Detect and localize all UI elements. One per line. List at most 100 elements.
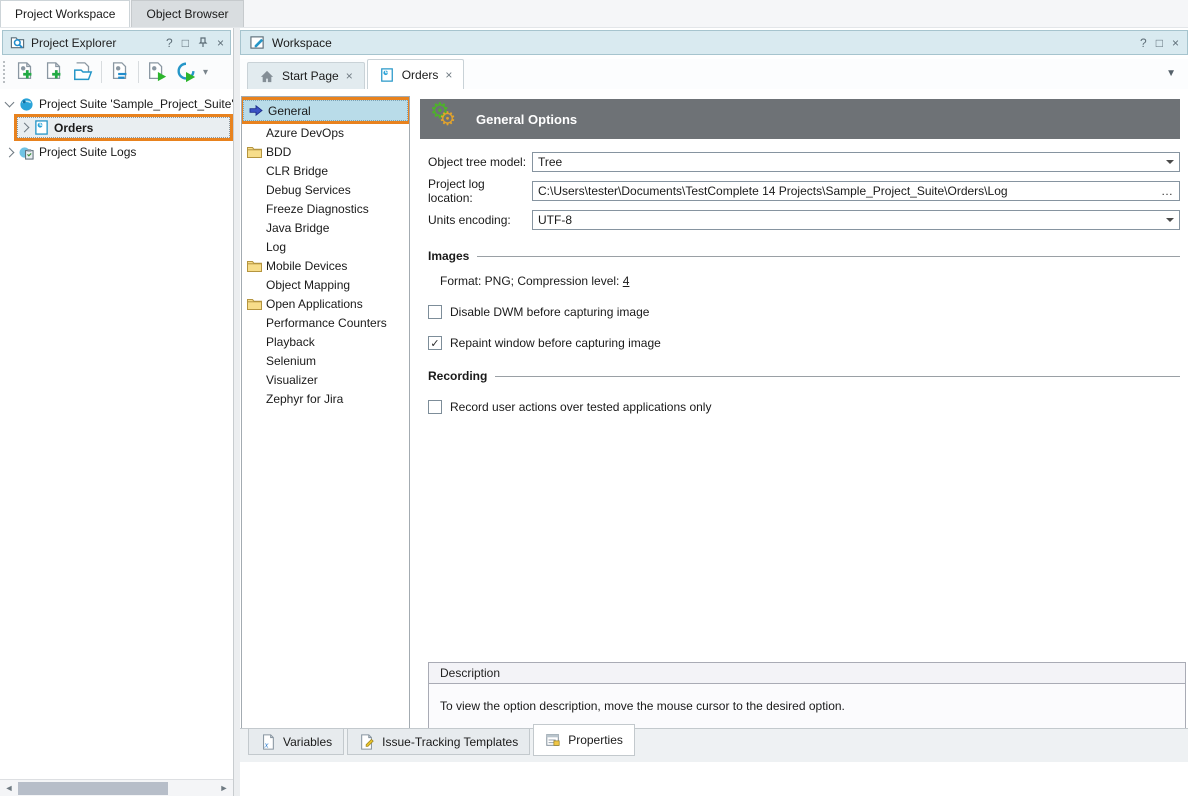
- disable-dwm-checkbox[interactable]: [428, 305, 442, 319]
- option-item-freeze-diagnostics[interactable]: Freeze Diagnostics: [242, 199, 409, 218]
- section-title: General Options: [476, 112, 577, 127]
- description-title: Description: [440, 666, 500, 680]
- tab-project-workspace[interactable]: Project Workspace: [0, 0, 130, 27]
- close-tab-icon[interactable]: ×: [346, 69, 353, 83]
- maximize-button[interactable]: □: [1156, 36, 1163, 50]
- recording-group: Recording: [428, 369, 1180, 383]
- tree-item-label: Project Suite 'Sample_Project_Suite' (1 …: [39, 97, 233, 111]
- option-item-log[interactable]: Log: [242, 237, 409, 256]
- option-label: Freeze Diagnostics: [266, 202, 369, 216]
- option-item-debug-services[interactable]: Debug Services: [242, 180, 409, 199]
- toolbar-more-dropdown[interactable]: ▾: [203, 67, 208, 78]
- testcomplete-window: Project Workspace Object Browser Project…: [0, 0, 1188, 796]
- option-item-azure-devops[interactable]: Azure DevOps: [242, 123, 409, 142]
- input-value: C:\Users\tester\Documents\TestComplete 1…: [538, 184, 1157, 198]
- option-label: Object Mapping: [266, 278, 350, 292]
- organize-tests-button[interactable]: [106, 58, 134, 86]
- select-value: UTF-8: [538, 213, 1162, 227]
- run-project-suite-button[interactable]: [172, 58, 200, 86]
- run-project-button[interactable]: [143, 58, 171, 86]
- tab-start-page[interactable]: Start Page ×: [247, 62, 365, 89]
- option-label: Azure DevOps: [266, 126, 344, 140]
- object-tree-model-select[interactable]: Tree: [532, 152, 1180, 172]
- project-explorer-toolbar: ▾: [0, 55, 233, 89]
- option-item-zephyr-for-jira[interactable]: Zephyr for Jira: [242, 389, 409, 408]
- checkbox-label[interactable]: Record user actions over tested applicat…: [450, 400, 711, 414]
- close-tab-icon[interactable]: ×: [445, 68, 452, 82]
- tree-item-orders[interactable]: Orders: [17, 117, 230, 138]
- chevron-down-icon: [1166, 218, 1174, 222]
- option-label: Log: [266, 240, 286, 254]
- project-log-location-input[interactable]: C:\Users\tester\Documents\TestComplete 1…: [532, 181, 1180, 201]
- option-item-performance-counters[interactable]: Performance Counters: [242, 313, 409, 332]
- project-explorer-icon: [9, 35, 25, 51]
- project-suite-logs-icon: [18, 144, 34, 160]
- properties-editor: General Azure DevOps BDDCLR Bridge Debug Se…: [240, 89, 1188, 762]
- add-new-item-button[interactable]: [40, 58, 68, 86]
- open-file-button[interactable]: [69, 58, 97, 86]
- document-tab-bar: Start Page × Orders × ▼: [240, 59, 1188, 90]
- option-label: Open Applications: [266, 297, 363, 311]
- help-button[interactable]: ?: [1140, 36, 1147, 50]
- option-label: Debug Services: [266, 183, 351, 197]
- project-icon: [379, 67, 395, 83]
- option-item-java-bridge[interactable]: Java Bridge: [242, 218, 409, 237]
- form-row: Units encoding: UTF-8: [428, 210, 1180, 230]
- option-label: Selenium: [266, 354, 316, 368]
- description-text: To view the option description, move the…: [429, 684, 1185, 728]
- option-item-visualizer[interactable]: Visualizer: [242, 370, 409, 389]
- scroll-left-arrow[interactable]: ◄: [2, 783, 16, 793]
- home-icon: [259, 68, 275, 84]
- scrollbar-thumb[interactable]: [18, 782, 168, 795]
- option-item-open-applications[interactable]: Open Applications: [242, 294, 409, 313]
- tab-object-browser[interactable]: Object Browser: [131, 0, 243, 27]
- chevron-down-icon[interactable]: [5, 98, 15, 108]
- units-encoding-select[interactable]: UTF-8: [532, 210, 1180, 230]
- group-divider: [477, 256, 1180, 257]
- checkbox-label[interactable]: Disable DWM before capturing image: [450, 305, 649, 319]
- option-icon-spacer: [246, 183, 262, 197]
- help-button[interactable]: ?: [166, 36, 173, 50]
- horizontal-scrollbar[interactable]: ◄ ►: [0, 779, 233, 796]
- option-item-mobile-devices[interactable]: Mobile Devices: [242, 256, 409, 275]
- browse-button[interactable]: …: [1157, 184, 1174, 198]
- chevron-right-icon[interactable]: [5, 147, 15, 157]
- close-button[interactable]: ×: [1172, 36, 1179, 50]
- scroll-right-arrow[interactable]: ►: [217, 783, 231, 793]
- chevron-right-icon[interactable]: [20, 123, 30, 133]
- maximize-button[interactable]: □: [182, 36, 189, 50]
- option-item-bdd[interactable]: BDD: [242, 142, 409, 161]
- options-pane: ⚙⚙ General Options Object tree model: Tr…: [418, 89, 1188, 762]
- workspace-header: Workspace ? □ ×: [240, 30, 1188, 55]
- repaint-window-checkbox[interactable]: [428, 336, 442, 350]
- tree-item-project-suite-logs[interactable]: Project Suite Logs: [0, 142, 233, 162]
- option-icon-spacer: [246, 126, 262, 140]
- tab-properties[interactable]: Properties: [533, 724, 635, 756]
- option-item-general[interactable]: General: [243, 100, 408, 121]
- option-item-clr-bridge[interactable]: CLR Bridge: [242, 161, 409, 180]
- close-button[interactable]: ×: [217, 36, 224, 50]
- option-item-object-mapping[interactable]: Object Mapping: [242, 275, 409, 294]
- panel-title: Project Explorer: [31, 36, 160, 50]
- tab-issue-tracking-templates[interactable]: Issue-Tracking Templates: [347, 729, 530, 755]
- option-item-selenium[interactable]: Selenium: [242, 351, 409, 370]
- pin-button[interactable]: [198, 37, 208, 48]
- project-explorer-header: Project Explorer ? □ ×: [2, 30, 231, 55]
- tab-variables[interactable]: x Variables: [248, 729, 344, 755]
- checkbox-label[interactable]: Repaint window before capturing image: [450, 336, 661, 350]
- option-label: Performance Counters: [266, 316, 387, 330]
- option-item-playback[interactable]: Playback: [242, 332, 409, 351]
- compression-level-link[interactable]: 4: [623, 274, 630, 288]
- tree-item-project-suite[interactable]: Project Suite 'Sample_Project_Suite' (1 …: [0, 94, 233, 114]
- add-new-project-button[interactable]: [11, 58, 39, 86]
- record-user-actions-checkbox[interactable]: [428, 400, 442, 414]
- tab-orders[interactable]: Orders ×: [367, 59, 465, 89]
- panel-title: Workspace: [272, 36, 1133, 50]
- tree-item-label: Orders: [54, 121, 93, 135]
- format-text: Format: PNG; Compression level:: [440, 274, 623, 288]
- folder-icon: [246, 259, 262, 273]
- toolbar-grip[interactable]: [3, 61, 7, 83]
- toolbar-separator: [101, 61, 102, 83]
- tab-list-dropdown[interactable]: ▼: [1166, 68, 1176, 79]
- field-label: Object tree model:: [428, 155, 532, 169]
